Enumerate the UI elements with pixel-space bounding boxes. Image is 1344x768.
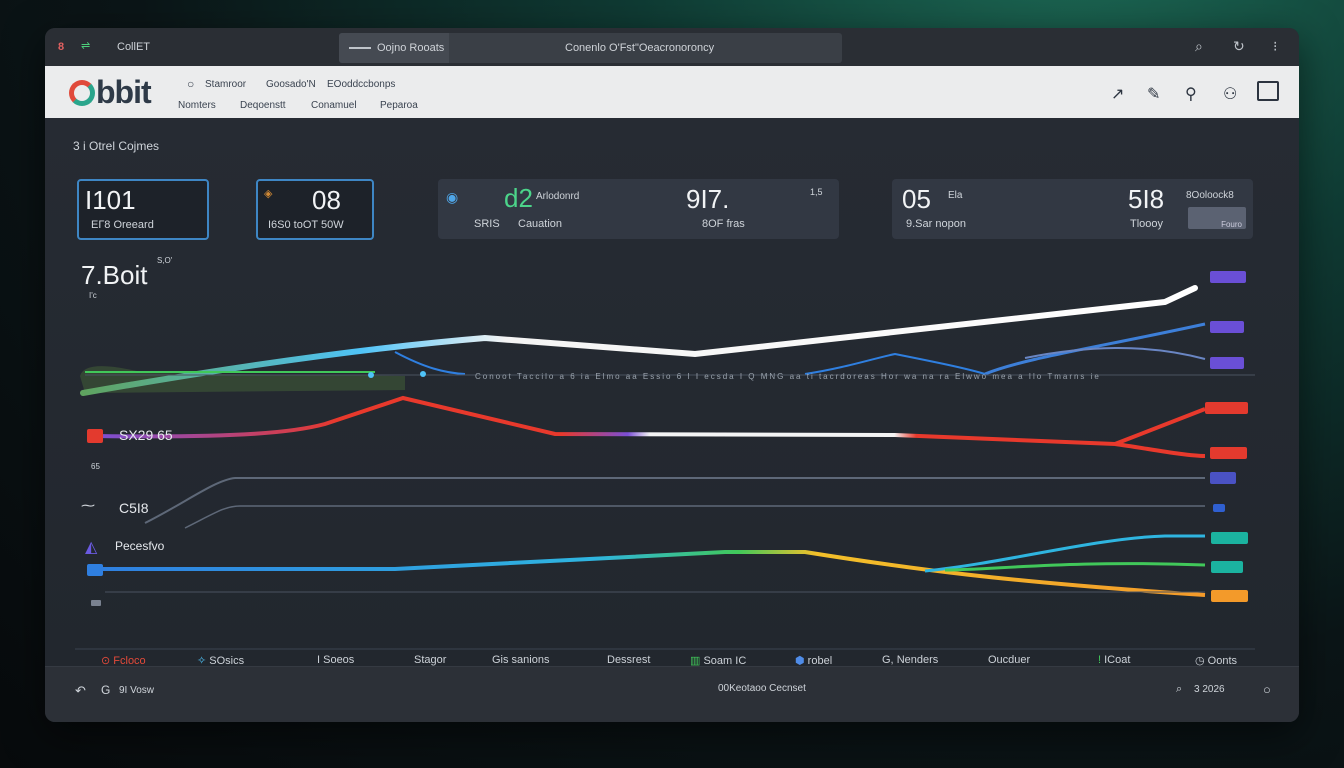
series-gray-1 [144, 477, 1205, 524]
radio-icon[interactable]: ○ [187, 77, 194, 91]
address-text: Conenlo O'Fst"Oeacronoroncy [565, 42, 715, 54]
edit-icon[interactable]: ✎ [1147, 84, 1160, 104]
refresh-icon[interactable]: ↻ [1233, 38, 1245, 55]
legend-item-5[interactable]: Gis sanions [492, 654, 549, 666]
flow-chart [75, 285, 1255, 650]
bolt-icon: ǃ [1098, 654, 1102, 666]
logo-mark-icon [69, 80, 95, 106]
end-tag-9[interactable] [1211, 561, 1243, 573]
search-icon[interactable]: ⌕ [1176, 683, 1182, 696]
series-d-marker [91, 600, 101, 606]
dashboard-panel: 3 i Otrel Cojmes I101 ЕГ8 Oreeard ◈ 08 I… [45, 118, 1299, 666]
search-chip[interactable]: Oojno Rooats [339, 33, 449, 63]
footer-center-text: 00Keotaoo Cecnset [718, 683, 806, 694]
series-green-branch [944, 562, 1206, 572]
nav-item-2[interactable]: Deqoenstt [240, 100, 286, 111]
triangle-icon: ◭ [85, 539, 98, 556]
search-chip-label: Oojno Rooats [377, 42, 445, 54]
search-icon[interactable]: ⌕ [1195, 38, 1203, 55]
user-icon[interactable]: ⚇ [1223, 84, 1237, 104]
end-tag-10[interactable] [1211, 590, 1248, 602]
app-badge: 8 [58, 41, 65, 53]
series-a-label: SX29 65 [119, 427, 173, 443]
end-tag-2[interactable] [1210, 321, 1244, 333]
legend-item-10[interactable]: Oucduer [988, 654, 1030, 666]
legend-label-6: Dessrest [607, 654, 651, 666]
legend-item-9[interactable]: G, Nenders [882, 654, 938, 666]
window-icon[interactable] [1257, 81, 1279, 101]
legend-item-3[interactable]: I Soeos [317, 654, 354, 666]
series-a-sub: 65 [91, 462, 100, 471]
end-tag-3[interactable] [1210, 357, 1244, 369]
more-icon[interactable]: ⁝ [1273, 38, 1277, 55]
series-blue-stub [394, 351, 466, 375]
marker-dot-2 [420, 371, 426, 377]
back-icon[interactable]: ↶ [75, 683, 86, 699]
series-a-marker [87, 429, 103, 443]
app-name: CollET [117, 41, 151, 53]
title-bar: 8 ⇌ CollET Oojno Rooats Conenlo O'Fst"Oe… [45, 28, 1299, 66]
circle-icon[interactable]: ○ [1263, 682, 1271, 697]
end-tag-1[interactable] [1210, 271, 1246, 283]
legend-label-10: Oucduer [988, 654, 1031, 666]
app-switch-icon[interactable]: ⇌ [81, 39, 90, 52]
footer-left-text: 9I Vosw [119, 685, 155, 696]
legend-label-4: Stagor [414, 654, 447, 666]
minus-icon [349, 47, 371, 49]
app-window: 8 ⇌ CollET Oojno Rooats Conenlo O'Fst"Oe… [45, 28, 1299, 722]
logo[interactable]: bbit [69, 74, 152, 111]
series-red-branch [1114, 442, 1206, 458]
marker-dot-1 [368, 372, 374, 378]
area-band [80, 366, 405, 393]
axis-strip: Conoot Taccilo a 6 ia Elmo aa Essio 6 I … [475, 372, 1101, 381]
nav-item-4[interactable]: Peparoa [380, 100, 418, 111]
end-tag-8[interactable] [1211, 532, 1248, 544]
legend-item-4[interactable]: Stagor [414, 654, 446, 666]
legend-label-3: I Soeos [317, 654, 355, 666]
footer-bar: ↶ G 9I Vosw 00Keotaoo Cecnset ⌕ 3 2026 ○ [45, 666, 1299, 722]
series-green-line [95, 550, 1206, 597]
app-header: bbit ○ Stamroor Goosado'N EOoddccbonps N… [45, 66, 1299, 118]
legend-item-11[interactable]: ǃ ICoat [1098, 654, 1130, 666]
menu-top-2[interactable]: Goosado'N [266, 79, 316, 90]
series-c-label: Pecesfvo [115, 539, 165, 553]
legend-label-9: Nenders [896, 654, 939, 666]
series-slate-right [1024, 347, 1206, 360]
address-bar[interactable]: Oojno Rooats Conenlo O'Fst"Oeacronoroncy [339, 33, 842, 63]
legend-label-11: ICoat [1104, 654, 1131, 666]
legend-label-5: Gis sanions [492, 654, 550, 666]
nav-item-1[interactable]: Nomters [178, 100, 216, 111]
end-tag-5[interactable] [1210, 447, 1247, 459]
logo-text: bbit [96, 74, 152, 110]
trend-icon[interactable]: ↗ [1111, 84, 1124, 104]
menu-top-1[interactable]: Stamroor [205, 79, 246, 90]
end-tag-4[interactable] [1205, 402, 1248, 414]
g-icon: G, [882, 654, 894, 666]
series-blue-hump [804, 352, 986, 375]
end-tag-7[interactable] [1213, 504, 1225, 512]
menu-top-3[interactable]: EOoddccbonps [327, 79, 395, 90]
legend-item-6[interactable]: Dessrest [607, 654, 650, 666]
link-icon[interactable]: ⚲ [1185, 84, 1197, 104]
series-b-label: C5I8 [119, 500, 149, 516]
wave-icon: ⁓ [81, 497, 95, 513]
g-icon[interactable]: G [101, 683, 110, 697]
series-red-line [94, 395, 1206, 447]
footer-right-text: 3 2026 [1194, 684, 1225, 695]
series-gray-2 [184, 505, 1205, 529]
nav-item-3[interactable]: Conamuel [311, 100, 357, 111]
series-c-marker [87, 564, 103, 576]
end-tag-6[interactable] [1210, 472, 1236, 484]
